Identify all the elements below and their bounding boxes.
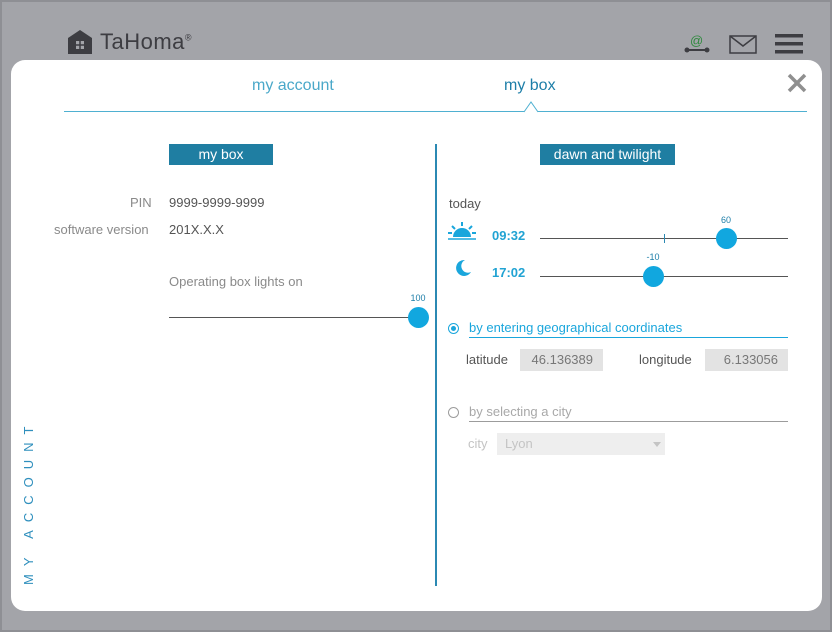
tahoma-logo: TaHoma® bbox=[66, 28, 192, 56]
lights-slider-value: 100 bbox=[410, 293, 426, 303]
svg-text:@: @ bbox=[690, 33, 703, 48]
chevron-down-icon bbox=[653, 442, 661, 447]
tab-bar: my account my box bbox=[64, 60, 807, 113]
longitude-label: longitude bbox=[639, 352, 692, 367]
sunset-time: 17:02 bbox=[492, 265, 526, 280]
latitude-field[interactable] bbox=[520, 349, 603, 371]
sunrise-zero-tick bbox=[664, 234, 665, 243]
mail-icon[interactable] bbox=[728, 32, 758, 56]
sunrise-time: 09:32 bbox=[492, 228, 526, 243]
sunset-offset-value: -10 bbox=[646, 252, 660, 262]
tab-my-box[interactable]: my box bbox=[504, 77, 556, 95]
lights-slider-thumb[interactable] bbox=[408, 307, 429, 328]
city-label: city bbox=[468, 436, 488, 451]
coords-option-label[interactable]: by entering geographical coordinates bbox=[469, 320, 682, 335]
my-box-title: my box bbox=[169, 144, 273, 165]
dawn-twilight-title: dawn and twilight bbox=[540, 144, 675, 165]
lights-slider-track[interactable] bbox=[169, 317, 419, 318]
software-version-label: software version bbox=[54, 222, 149, 237]
sunset-slider-track[interactable] bbox=[540, 276, 788, 277]
side-label: MY ACCOUNT bbox=[21, 418, 36, 585]
active-tab-indicator bbox=[524, 101, 538, 113]
coords-radio[interactable] bbox=[448, 323, 459, 334]
sunset-slider-thumb[interactable] bbox=[643, 266, 664, 287]
moon-icon bbox=[456, 259, 471, 276]
today-label: today bbox=[449, 196, 481, 211]
house-icon bbox=[68, 30, 92, 54]
pin-label: PIN bbox=[130, 195, 152, 210]
longitude-field[interactable] bbox=[705, 349, 788, 371]
software-version-value: 201X.X.X bbox=[169, 222, 224, 237]
city-underline bbox=[469, 421, 788, 422]
coords-underline bbox=[469, 337, 788, 338]
sunrise-offset-value: 60 bbox=[720, 215, 731, 225]
tab-my-account[interactable]: my account bbox=[252, 77, 334, 95]
settings-modal: my account my box MY ACCOUNT my box PIN … bbox=[11, 60, 822, 611]
pin-value: 9999-9999-9999 bbox=[169, 195, 265, 210]
menu-icon[interactable] bbox=[774, 32, 804, 56]
latitude-label: latitude bbox=[466, 352, 508, 367]
city-select-value: Lyon bbox=[505, 436, 533, 451]
city-option-label[interactable]: by selecting a city bbox=[469, 404, 572, 419]
city-select[interactable]: Lyon bbox=[497, 433, 665, 455]
column-divider bbox=[435, 144, 437, 586]
brand-name: TaHoma® bbox=[100, 29, 193, 54]
sunrise-slider-thumb[interactable] bbox=[716, 228, 737, 249]
email-config-icon[interactable]: @ bbox=[682, 32, 712, 56]
lights-label: Operating box lights on bbox=[169, 274, 303, 289]
sunrise-icon bbox=[448, 222, 476, 240]
city-radio[interactable] bbox=[448, 407, 459, 418]
